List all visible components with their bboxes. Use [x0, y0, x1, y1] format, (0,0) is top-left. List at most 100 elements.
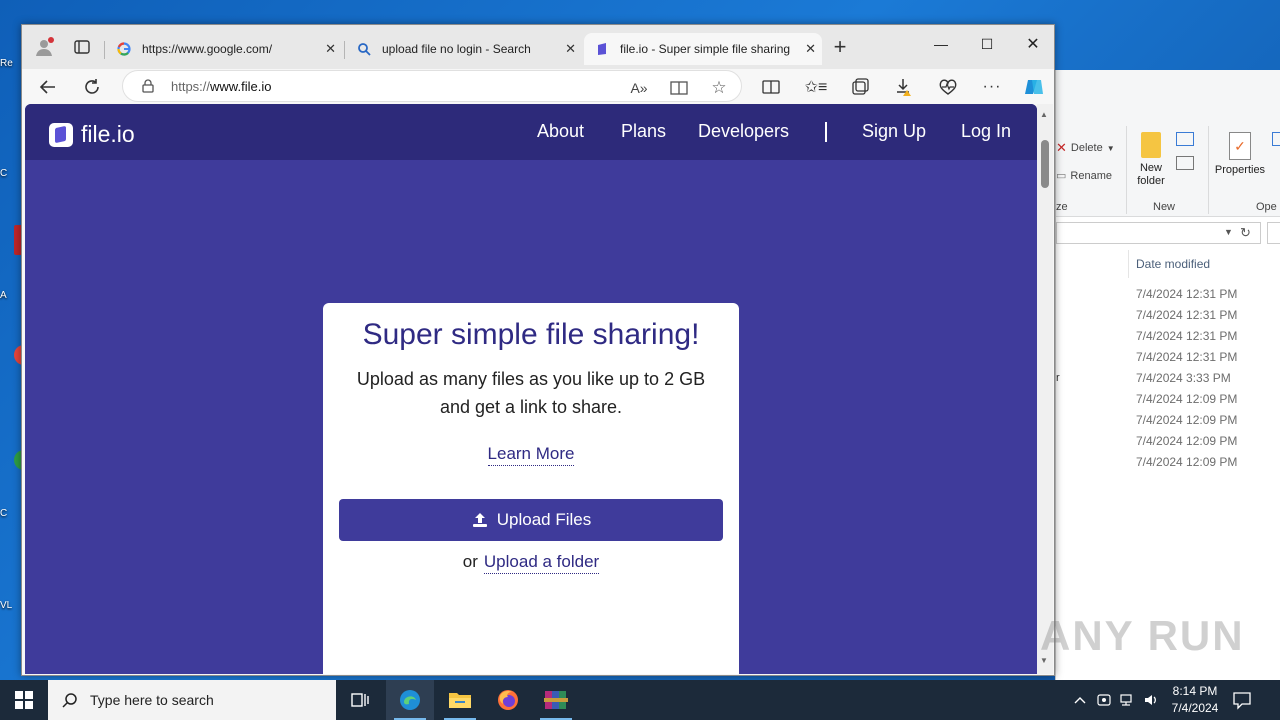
search-icon	[356, 41, 372, 57]
folder-icon	[449, 693, 471, 708]
profile-icon[interactable]	[32, 35, 56, 59]
upload-icon	[472, 513, 487, 527]
page-scrollbar[interactable]: ▲ ▼	[1037, 104, 1053, 674]
back-button[interactable]	[34, 73, 62, 101]
scroll-up-icon[interactable]: ▲	[1040, 110, 1048, 119]
desktop-icon-label: C	[0, 508, 8, 519]
windows-logo-icon	[15, 691, 33, 709]
rename-label: Rename	[1070, 169, 1112, 182]
url-text[interactable]: https://www.file.io	[171, 79, 271, 94]
browser-essentials-icon[interactable]	[934, 73, 962, 101]
chevron-down-icon: ▼	[1106, 143, 1115, 153]
properties-button[interactable]: ✓ Properties	[1212, 132, 1268, 177]
desktop-icon-label: Re	[0, 58, 13, 69]
taskbar-winrar[interactable]	[532, 680, 580, 720]
read-aloud-icon[interactable]: A»	[629, 78, 649, 98]
file-row-date[interactable]: 7/4/2024 12:31 PM	[1136, 305, 1237, 326]
column-header-date-modified[interactable]: Date modified	[1136, 257, 1210, 271]
browser-window: https://www.google.com/ ✕ upload file no…	[21, 24, 1055, 676]
file-explorer-window: ✕ Delete ▼ ▭ Rename ze New folder New ✓ …	[1055, 70, 1280, 680]
network-icon[interactable]	[1117, 690, 1137, 710]
collections-icon[interactable]	[846, 73, 874, 101]
logo-text: file.io	[81, 121, 135, 147]
hero-subtitle: Upload as many files as you like up to 2…	[356, 369, 706, 417]
or-text: or	[462, 552, 478, 571]
tab-fileio[interactable]: file.io - Super simple file sharing ✕	[584, 33, 822, 65]
new-tab-button[interactable]: +	[828, 34, 852, 59]
lock-icon[interactable]	[141, 79, 155, 93]
delete-button[interactable]: ✕ Delete ▼	[1056, 140, 1115, 156]
nav-signup-link[interactable]: Sign Up	[862, 121, 926, 142]
start-button[interactable]	[0, 680, 48, 720]
nav-developers-link[interactable]: Developers	[698, 121, 789, 142]
anyrun-watermark: ANY RUN	[1040, 612, 1245, 659]
file-row-date[interactable]: 7/4/2024 12:31 PM	[1136, 284, 1237, 305]
meet-now-icon[interactable]	[1094, 690, 1114, 710]
taskbar-file-explorer[interactable]	[436, 680, 484, 720]
file-row-date[interactable]: 7/4/2024 3:33 PM	[1136, 368, 1237, 389]
upload-folder-link[interactable]: Upload a folder	[483, 552, 600, 574]
notification-center-icon[interactable]	[1232, 690, 1256, 710]
scrollbar-thumb[interactable]	[1041, 140, 1049, 188]
chevron-down-icon[interactable]: ▼	[1224, 227, 1233, 237]
show-hidden-icons-icon[interactable]	[1070, 690, 1090, 710]
upload-files-button[interactable]: Upload Files	[339, 499, 723, 541]
taskbar-edge[interactable]	[386, 680, 434, 720]
taskbar-firefox[interactable]	[484, 680, 532, 720]
firefox-icon	[498, 690, 518, 710]
file-row-date[interactable]: 7/4/2024 12:09 PM	[1136, 410, 1237, 431]
file-row-date[interactable]: 7/4/2024 12:09 PM	[1136, 452, 1237, 473]
explorer-search-box[interactable]	[1267, 222, 1280, 244]
rename-button[interactable]: ▭ Rename	[1056, 169, 1112, 183]
winrar-icon	[544, 691, 568, 709]
search-icon	[62, 693, 77, 708]
file-row-date[interactable]: 7/4/2024 12:31 PM	[1136, 347, 1237, 368]
search-placeholder: Type here to search	[90, 692, 214, 708]
file-row-date[interactable]: 7/4/2024 12:09 PM	[1136, 431, 1237, 452]
maximize-button[interactable]: ☐	[964, 29, 1010, 59]
minimize-button[interactable]: —	[918, 29, 964, 59]
new-item-icon[interactable]	[1176, 132, 1194, 146]
file-name-fragment: r	[1056, 372, 1060, 384]
tab-actions-icon[interactable]	[70, 35, 94, 59]
site-header: file.io About Plans Developers Sign Up L…	[25, 104, 1037, 160]
desktop-icon-label: A	[0, 290, 7, 301]
learn-more-container: Learn More	[323, 444, 739, 466]
file-row-date[interactable]: 7/4/2024 12:31 PM	[1136, 326, 1237, 347]
easy-access-icon[interactable]	[1176, 156, 1194, 170]
volume-icon[interactable]	[1141, 690, 1161, 710]
more-options-icon[interactable]: ···	[978, 73, 1006, 101]
tab-google[interactable]: https://www.google.com/ ✕	[106, 33, 342, 65]
nav-about-link[interactable]: About	[537, 121, 584, 142]
refresh-button[interactable]	[78, 73, 106, 101]
clock-time: 8:14 PM	[1172, 684, 1218, 698]
nav-login-link[interactable]: Log In	[961, 121, 1011, 142]
immersive-reader-icon[interactable]	[669, 78, 689, 98]
close-tab-icon[interactable]: ✕	[565, 41, 576, 57]
copilot-icon[interactable]	[1020, 73, 1048, 101]
taskbar-clock[interactable]: 8:14 PM 7/4/2024	[1162, 683, 1228, 717]
split-screen-icon[interactable]	[757, 73, 785, 101]
ribbon-group-open: Ope	[1256, 201, 1277, 213]
file-row-date[interactable]: 7/4/2024 12:09 PM	[1136, 389, 1237, 410]
address-bar[interactable]: https://www.file.io A» ☆	[122, 70, 742, 102]
favorites-icon[interactable]: ✩≡	[802, 73, 830, 101]
task-view-button[interactable]	[336, 680, 384, 720]
tab-bar: https://www.google.com/ ✕ upload file no…	[22, 25, 1054, 69]
open-icon[interactable]	[1272, 132, 1280, 146]
tab-search[interactable]: upload file no login - Search ✕	[346, 33, 582, 65]
learn-more-link[interactable]: Learn More	[487, 444, 575, 466]
close-tab-icon[interactable]: ✕	[805, 41, 816, 57]
favorite-star-icon[interactable]: ☆	[709, 78, 729, 98]
taskbar-search-box[interactable]: Type here to search	[48, 680, 336, 720]
refresh-icon	[85, 79, 99, 94]
nav-plans-link[interactable]: Plans	[621, 121, 666, 142]
close-window-button[interactable]: ✕	[1010, 29, 1056, 59]
downloads-icon[interactable]	[890, 73, 918, 101]
refresh-icon[interactable]: ↻	[1240, 225, 1251, 241]
new-folder-button[interactable]: New folder	[1132, 132, 1170, 188]
url-protocol: https://	[171, 79, 211, 94]
task-view-icon	[351, 693, 369, 707]
close-tab-icon[interactable]: ✕	[325, 41, 336, 57]
site-logo[interactable]: file.io	[49, 121, 135, 148]
